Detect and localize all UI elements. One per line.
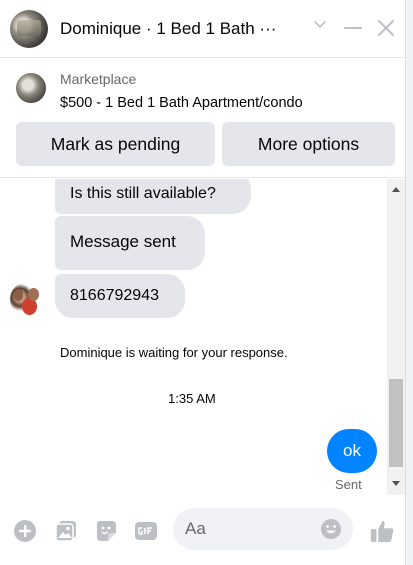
sent-status: Sent (335, 477, 362, 492)
scrollbar-thumb[interactable] (389, 379, 403, 467)
like-icon[interactable] (369, 518, 395, 544)
scroll-up-arrow-icon[interactable] (392, 187, 400, 192)
message-scrollbar[interactable] (387, 179, 405, 495)
sender-avatar[interactable] (10, 282, 44, 316)
message-bubble: Message sent (55, 216, 205, 270)
outgoing-message-bubble: ok (327, 429, 377, 473)
plus-icon[interactable] (12, 518, 38, 544)
page-edge (405, 0, 413, 565)
marketplace-listing-card: Marketplace $500 - 1 Bed 1 Bath Apartmen… (0, 58, 405, 178)
chat-header: Dominique · 1 Bed 1 Bath ··· (0, 0, 405, 58)
emoji-icon[interactable] (320, 518, 342, 540)
message-input[interactable] (185, 508, 315, 550)
more-options-button[interactable]: More options (222, 122, 395, 166)
message-bubble: Is this still available? (55, 179, 251, 214)
close-icon[interactable] (376, 18, 396, 38)
marketplace-label: Marketplace (60, 71, 137, 87)
waiting-notice: Dominique is waiting for your response. (60, 345, 288, 360)
message-timestamp: 1:35 AM (168, 391, 216, 406)
gif-icon[interactable] (133, 518, 159, 544)
photo-icon[interactable] (53, 518, 79, 544)
scroll-down-arrow-icon[interactable] (392, 481, 400, 486)
sticker-icon[interactable] (93, 518, 119, 544)
message-bubble: 8166792943 (55, 274, 185, 318)
listing-title[interactable]: $500 - 1 Bed 1 Bath Apartment/condo (60, 95, 303, 111)
contact-avatar[interactable] (10, 10, 48, 48)
message-composer (0, 495, 405, 565)
chevron-down-icon[interactable] (313, 18, 327, 32)
listing-thumbnail[interactable] (16, 73, 46, 103)
message-list: Is this still available? Message sent 81… (0, 179, 386, 495)
chat-window: Dominique · 1 Bed 1 Bath ··· Marketplace… (0, 0, 413, 565)
mark-as-pending-button[interactable]: Mark as pending (16, 122, 215, 166)
message-input-wrapper (173, 508, 353, 550)
chat-title[interactable]: Dominique · 1 Bed 1 Bath ··· (60, 19, 276, 39)
minimize-icon[interactable] (343, 18, 363, 38)
